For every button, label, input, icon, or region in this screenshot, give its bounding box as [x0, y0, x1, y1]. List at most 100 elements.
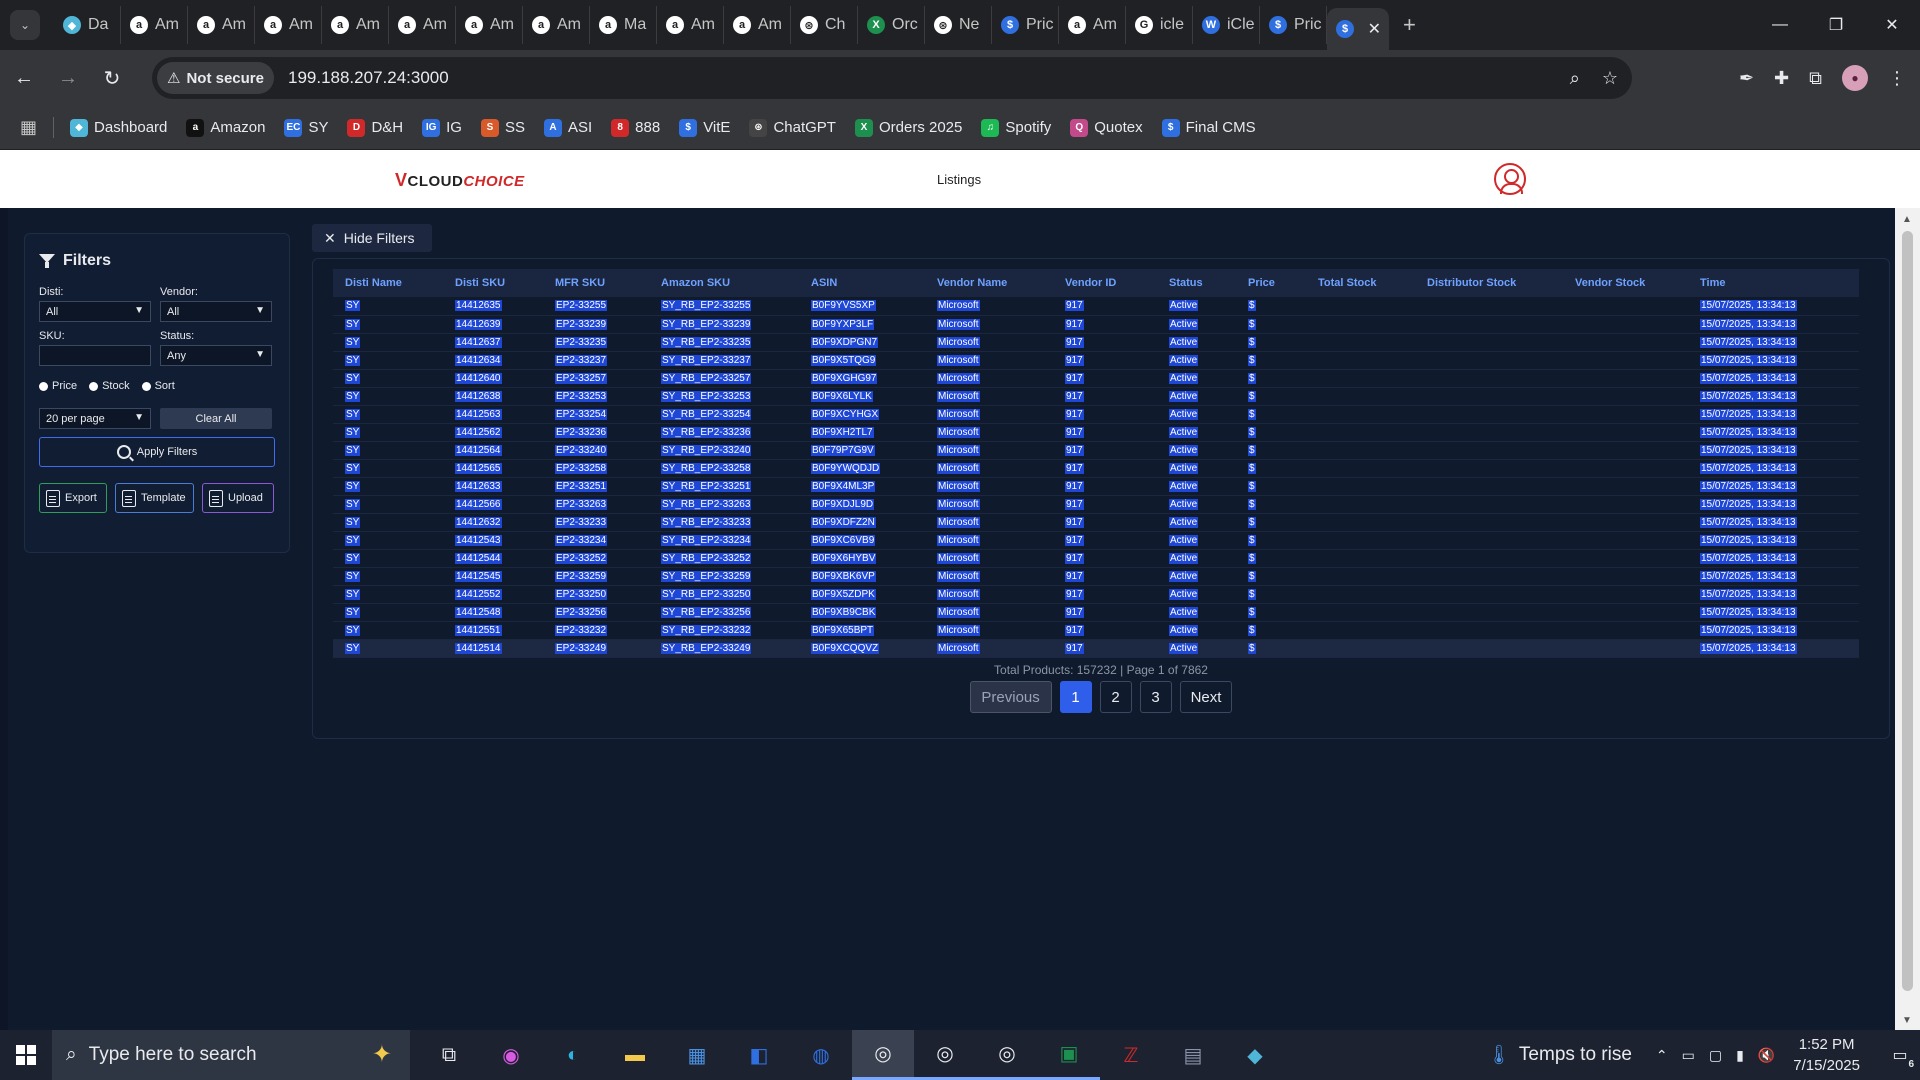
menu-kebab-icon[interactable]: ⋮: [1888, 68, 1906, 89]
tab-14[interactable]: $ Pric: [992, 6, 1059, 44]
back-arrow-icon[interactable]: ←: [4, 58, 44, 98]
notifications-button[interactable]: ▭ 6: [1880, 1030, 1920, 1080]
table-row[interactable]: SY 14412562 EP2-33236 SY_RB_EP2-33236 B0F9XH…: [333, 423, 1859, 441]
radio-sort[interactable]: Sort: [141, 380, 175, 392]
excel-icon[interactable]: ▣: [1038, 1030, 1100, 1080]
bookmark-amazon[interactable]: a Amazon: [186, 118, 265, 137]
scroll-down-icon[interactable]: ▼: [1902, 1015, 1912, 1026]
vcloudchoice-logo[interactable]: VCLOUDCHOICE: [395, 170, 525, 191]
close-tab-icon[interactable]: ✕: [1368, 19, 1381, 39]
column-header[interactable]: Status: [1157, 269, 1236, 297]
vendor-select[interactable]: All ▼: [160, 301, 272, 322]
calculator-icon[interactable]: ▤: [1162, 1030, 1224, 1080]
column-header[interactable]: Price: [1236, 269, 1306, 297]
task-view-icon[interactable]: ⧉: [418, 1030, 480, 1080]
previous-page-button[interactable]: Previous: [969, 681, 1052, 713]
upload-button[interactable]: Upload: [202, 483, 274, 513]
page-1-button[interactable]: 1: [1059, 681, 1092, 713]
column-header[interactable]: Disti Name: [333, 269, 443, 297]
column-header[interactable]: MFR SKU: [543, 269, 649, 297]
store-icon[interactable]: ▦: [666, 1030, 728, 1080]
chrome-profile-icon[interactable]: ◎: [914, 1030, 976, 1080]
bookmark-ig[interactable]: IG IG: [422, 118, 462, 137]
feather-extension-icon[interactable]: ✒: [1739, 68, 1754, 89]
hide-filters-button[interactable]: ✕ Hide Filters: [312, 224, 432, 252]
tab-15[interactable]: a Am: [1059, 6, 1126, 44]
table-row[interactable]: SY 14412638 EP2-33253 SY_RB_EP2-33253 B0F9X6…: [333, 387, 1859, 405]
tab-17[interactable]: WiCle: [1193, 6, 1260, 44]
url-text[interactable]: 199.188.207.24:3000: [288, 68, 449, 88]
bookmark-sy[interactable]: EC SY: [284, 118, 328, 137]
table-row[interactable]: SY 14412566 EP2-33263 SY_RB_EP2-33263 B0F9XD…: [333, 495, 1859, 513]
table-row[interactable]: SY 14412635 EP2-33255 SY_RB_EP2-33255 B0F9YV…: [333, 297, 1859, 315]
table-row[interactable]: SY 14412634 EP2-33237 SY_RB_EP2-33237 B0F9X5…: [333, 351, 1859, 369]
new-tab-button[interactable]: +: [1403, 12, 1416, 38]
table-row[interactable]: SY 14412632 EP2-33233 SY_RB_EP2-33233 B0F9XD…: [333, 513, 1859, 531]
page-scrollbar[interactable]: ▲ ▼: [1895, 208, 1920, 1030]
tab-16[interactable]: Gicle: [1126, 6, 1193, 44]
battery-icon[interactable]: ▮: [1736, 1047, 1744, 1064]
remote-app-icon[interactable]: ◍: [790, 1030, 852, 1080]
column-header[interactable]: Vendor Stock: [1563, 269, 1688, 297]
table-row[interactable]: SY 14412637 EP2-33235 SY_RB_EP2-33235 B0F9XD…: [333, 333, 1859, 351]
table-row[interactable]: SY 14412544 EP2-33252 SY_RB_EP2-33252 B0F9X6…: [333, 549, 1859, 567]
minimize-icon[interactable]: —: [1752, 0, 1808, 50]
table-row[interactable]: SY 14412552 EP2-33250 SY_RB_EP2-33250 B0F9X5…: [333, 585, 1859, 603]
tab-4[interactable]: a Am: [322, 6, 389, 44]
column-header[interactable]: ASIN: [799, 269, 925, 297]
nav-listings[interactable]: Listings: [937, 172, 981, 187]
table-row[interactable]: SY 14412545 EP2-33259 SY_RB_EP2-33259 B0F9XB…: [333, 567, 1859, 585]
sku-input[interactable]: [39, 345, 151, 366]
column-header[interactable]: Total Stock: [1306, 269, 1415, 297]
taskbar-search[interactable]: ⌕ Type here to search ✦: [52, 1030, 410, 1080]
tab-0[interactable]: ◆ Da: [54, 6, 121, 44]
bookmark-final-cms[interactable]: $ Final CMS: [1161, 118, 1256, 137]
bookmark-spotify[interactable]: ♫ Spotify: [981, 118, 1051, 137]
bookmark-888[interactable]: 8 888: [611, 118, 660, 137]
tab-active[interactable]: $ ✕: [1327, 8, 1389, 50]
status-select[interactable]: Any ▼: [160, 345, 272, 366]
tab-13[interactable]: ⊛ Ne: [925, 6, 992, 44]
disti-select[interactable]: All ▼: [39, 301, 151, 322]
bookmark-dashboard[interactable]: ◆ Dashboard: [70, 118, 167, 137]
forward-arrow-icon[interactable]: →: [48, 58, 88, 98]
template-button[interactable]: Template: [115, 483, 194, 513]
table-row[interactable]: SY 14412564 EP2-33240 SY_RB_EP2-33240 B0F79P…: [333, 441, 1859, 459]
table-row[interactable]: SY 14412633 EP2-33251 SY_RB_EP2-33251 B0F9X4…: [333, 477, 1859, 495]
table-row[interactable]: SY 14412514 EP2-33249 SY_RB_EP2-33249 B0F9XC…: [333, 639, 1859, 657]
tab-search-chevron-icon[interactable]: ⌄: [10, 10, 40, 40]
diamond-app-icon[interactable]: ◆: [1224, 1030, 1286, 1080]
volume-muted-icon[interactable]: 🔇: [1758, 1047, 1775, 1064]
puzzle-extension-icon[interactable]: ✚: [1774, 68, 1789, 89]
column-header[interactable]: Amazon SKU: [649, 269, 799, 297]
reload-icon[interactable]: ↻: [92, 58, 132, 98]
table-row[interactable]: SY 14412548 EP2-33256 SY_RB_EP2-33256 B0F9XB…: [333, 603, 1859, 621]
next-page-button[interactable]: Next: [1179, 681, 1233, 713]
bookmark-d-h[interactable]: D D&H: [347, 118, 403, 137]
bookmark-asi[interactable]: A ASI: [543, 118, 592, 137]
page-3-button[interactable]: 3: [1139, 681, 1172, 713]
system-clock[interactable]: 1:52 PM 7/15/2025: [1793, 1034, 1860, 1076]
chevron-up-icon[interactable]: ⌃: [1656, 1047, 1668, 1064]
restore-icon[interactable]: ❐: [1808, 0, 1864, 50]
table-row[interactable]: SY 14412543 EP2-33234 SY_RB_EP2-33234 B0F9XC…: [333, 531, 1859, 549]
profile-avatar[interactable]: ●: [1842, 65, 1868, 91]
page-2-button[interactable]: 2: [1099, 681, 1132, 713]
bookmark-quotex[interactable]: Q Quotex: [1070, 118, 1143, 137]
zoom-icon[interactable]: ⌕: [1570, 68, 1580, 89]
tab-7[interactable]: a Am: [523, 6, 590, 44]
bookmark-vite[interactable]: $ VitE: [679, 118, 730, 137]
chrome-icon[interactable]: ◎: [852, 1030, 914, 1080]
filezilla-icon[interactable]: ℤ: [1100, 1030, 1162, 1080]
table-row[interactable]: SY 14412565 EP2-33258 SY_RB_EP2-33258 B0F9YW…: [333, 459, 1859, 477]
tab-10[interactable]: a Am: [724, 6, 791, 44]
user-profile-icon[interactable]: [1494, 163, 1526, 195]
scroll-up-icon[interactable]: ▲: [1902, 214, 1912, 225]
outlook-icon[interactable]: ◧: [728, 1030, 790, 1080]
network-icon[interactable]: ▭: [1682, 1047, 1695, 1064]
meet-icon[interactable]: ▢: [1709, 1047, 1722, 1064]
apply-filters-button[interactable]: Apply Filters: [39, 437, 275, 467]
table-row[interactable]: SY 14412551 EP2-33232 SY_RB_EP2-33232 B0F9X6…: [333, 621, 1859, 639]
column-header[interactable]: Distributor Stock: [1415, 269, 1563, 297]
tab-12[interactable]: X Orc: [858, 6, 925, 44]
